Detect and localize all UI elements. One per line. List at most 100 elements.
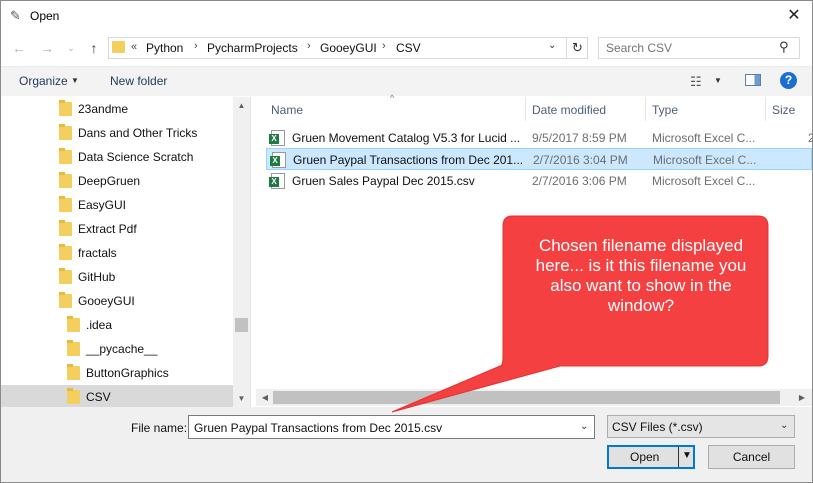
title-bar: [0, 0, 813, 32]
folder-icon: [59, 172, 72, 188]
caret-down-icon[interactable]: ▼: [71, 76, 79, 85]
nav-item-label: Extract Pdf: [78, 222, 137, 236]
preview-pane-icon[interactable]: [745, 74, 761, 86]
breadcrumb-csv[interactable]: CSV: [396, 41, 421, 55]
file-name-value[interactable]: Gruen Paypal Transactions from Dec 2015.…: [194, 421, 442, 435]
file-name-label: File name:: [131, 421, 188, 435]
file-row[interactable]: Gruen Movement Catalog V5.3 for Lucid ..…: [266, 127, 813, 149]
close-button[interactable]: ✕: [783, 6, 805, 26]
nav-item[interactable]: 23andme: [1, 97, 233, 121]
nav-item-label: EasyGUI: [78, 198, 127, 212]
feather-icon: ✎: [10, 8, 21, 23]
scroll-up-icon[interactable]: ▲: [233, 97, 250, 114]
column-divider[interactable]: [765, 97, 766, 121]
nav-item[interactable]: EasyGUI: [1, 193, 233, 217]
file-type-value[interactable]: CSV Files (*.csv): [612, 420, 703, 434]
nav-item[interactable]: Data Science Scratch: [1, 145, 233, 169]
nav-item[interactable]: __pycache__: [1, 337, 233, 361]
file-date: 2/7/2016 3:06 PM: [532, 174, 627, 188]
folder-icon: [59, 244, 72, 260]
chevron-down-icon[interactable]: ⌄: [780, 420, 788, 431]
column-header-type[interactable]: Type: [652, 103, 678, 117]
folder-icon: [59, 148, 72, 164]
file-date: 2/7/2016 3:04 PM: [533, 153, 628, 167]
chevron-down-icon[interactable]: ⌄: [580, 421, 588, 432]
breadcrumb-separator[interactable]: ›: [194, 40, 198, 52]
organize-button[interactable]: Organize: [19, 74, 68, 88]
nav-item-label: .idea: [86, 318, 113, 332]
horizontal-scrollbar-thumb[interactable]: [273, 391, 780, 404]
column-header-name[interactable]: Name: [271, 103, 303, 117]
file-name: Gruen Movement Catalog V5.3 for Lucid ..…: [292, 131, 521, 145]
breadcrumb-pycharmprojects[interactable]: PycharmProjects: [207, 41, 298, 55]
nav-item-label: ButtonGraphics: [86, 366, 169, 380]
open-options-caret-icon[interactable]: ▼: [682, 450, 692, 461]
file-row-selected[interactable]: Gruen Paypal Transactions from Dec 201..…: [266, 148, 812, 170]
nav-item[interactable]: fractals: [1, 241, 233, 265]
folder-icon: [67, 340, 80, 356]
nav-item-label: Dans and Other Tricks: [78, 126, 198, 140]
file-row[interactable]: Gruen Sales Paypal Dec 2015.csv 2/7/2016…: [266, 170, 812, 192]
nav-item[interactable]: GitHub: [1, 265, 233, 289]
folder-icon: [59, 124, 72, 140]
window-title: Open: [30, 9, 60, 23]
breadcrumb-separator[interactable]: ›: [307, 40, 311, 52]
recent-locations-chevron-icon[interactable]: ⌄: [62, 40, 80, 56]
nav-item[interactable]: .idea: [1, 313, 233, 337]
open-button-label[interactable]: Open: [630, 450, 659, 464]
scroll-down-icon[interactable]: ▼: [233, 390, 250, 407]
refresh-icon[interactable]: ↻: [566, 37, 588, 59]
file-type: Microsoft Excel C...: [653, 153, 757, 167]
folder-icon: [59, 100, 72, 116]
nav-item[interactable]: DeepGruen: [1, 169, 233, 193]
folder-icon: [67, 364, 80, 380]
nav-item-label: __pycache__: [86, 342, 158, 356]
nav-item-label: Data Science Scratch: [78, 150, 194, 164]
view-options-icon[interactable]: ☷: [690, 74, 702, 90]
folder-icon: [59, 268, 72, 284]
scroll-right-icon[interactable]: ▶: [795, 389, 809, 406]
nav-scrollbar[interactable]: [233, 97, 250, 407]
column-header-date-modified[interactable]: Date modified: [532, 103, 606, 117]
sort-ascending-icon: ^: [390, 93, 395, 103]
search-icon[interactable]: ⚲: [779, 39, 789, 55]
folder-icon: [112, 41, 125, 53]
forward-arrow-icon[interactable]: →: [38, 40, 56, 56]
nav-item-selected[interactable]: CSV: [1, 385, 233, 409]
nav-item[interactable]: GooeyGUI: [1, 289, 233, 313]
file-name: Gruen Paypal Transactions from Dec 201..…: [293, 153, 523, 167]
breadcrumb-python[interactable]: Python: [146, 41, 183, 55]
back-arrow-icon[interactable]: ←: [10, 40, 28, 56]
nav-item-label: DeepGruen: [78, 174, 141, 188]
up-arrow-icon[interactable]: ↑: [85, 40, 103, 56]
column-header-size[interactable]: Size: [772, 103, 795, 117]
nav-scrollbar-thumb[interactable]: [235, 318, 248, 332]
breadcrumb-gooeygui[interactable]: GooeyGUI: [320, 41, 377, 55]
folder-icon: [67, 388, 80, 404]
scroll-left-icon[interactable]: ◀: [258, 389, 272, 406]
nav-item-label: GitHub: [78, 270, 116, 284]
excel-csv-icon: [269, 130, 285, 146]
nav-item[interactable]: ButtonGraphics: [1, 361, 233, 385]
navigation-pane: 23andme Dans and Other Tricks Data Scien…: [1, 97, 251, 409]
column-divider[interactable]: [525, 97, 526, 121]
nav-item[interactable]: Dans and Other Tricks: [1, 121, 233, 145]
chevron-down-icon[interactable]: ⌄: [548, 40, 556, 51]
breadcrumb-separator[interactable]: ›: [382, 40, 386, 52]
folder-icon: [67, 316, 80, 332]
file-size: 2: [808, 131, 813, 145]
nav-item-label: 23andme: [78, 102, 129, 116]
file-type: Microsoft Excel C...: [652, 131, 756, 145]
cancel-button[interactable]: Cancel: [708, 445, 795, 469]
help-icon[interactable]: ?: [780, 72, 797, 89]
caret-down-icon[interactable]: ▼: [714, 76, 722, 85]
search-input[interactable]: [606, 41, 766, 55]
new-folder-button[interactable]: New folder: [110, 74, 167, 88]
nav-item-label: CSV: [86, 390, 111, 404]
file-type: Microsoft Excel C...: [652, 174, 756, 188]
nav-item[interactable]: Extract Pdf: [1, 217, 233, 241]
callout-text: Chosen filename displayed here... is it …: [535, 236, 747, 315]
column-divider[interactable]: [645, 97, 646, 121]
address-overflow-chevron[interactable]: «: [131, 41, 137, 53]
split-divider: [678, 447, 679, 467]
